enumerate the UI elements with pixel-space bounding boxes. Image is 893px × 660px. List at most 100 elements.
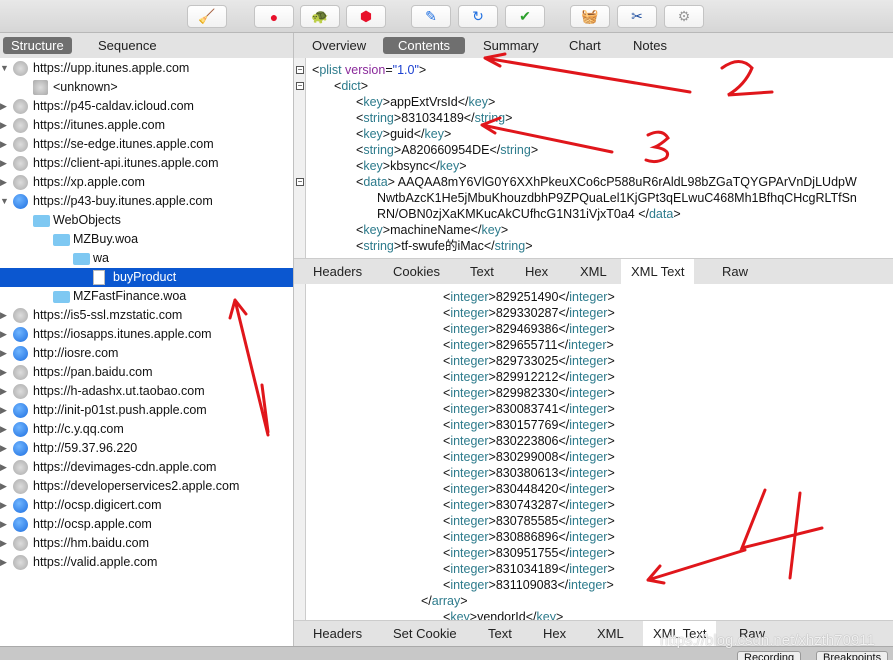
integer-value: 830223806 (495, 434, 559, 448)
tab-structure[interactable]: Structure (3, 37, 72, 54)
xml-attr: version (345, 63, 386, 77)
tree-item[interactable]: ▶ http://iosre.com (0, 344, 293, 363)
tree-item[interactable]: ▶ https://hm.baidu.com (0, 534, 293, 553)
tree-item[interactable]: ▶ http://ocsp.apple.com (0, 515, 293, 534)
tab-headers[interactable]: Headers (303, 259, 372, 285)
tree-item[interactable]: ▶ https://iosapps.itunes.apple.com (0, 325, 293, 344)
disclosure-closed-icon[interactable]: ▶ (0, 154, 10, 173)
disclosure-closed-icon[interactable]: ▶ (0, 496, 10, 515)
tab-hex[interactable]: Hex (533, 621, 576, 647)
xml-line: <integer>830380613</integer> (443, 465, 615, 481)
disclosure-closed-icon[interactable]: ▶ (0, 477, 10, 496)
fold-toggle-icon[interactable]: − (296, 66, 304, 74)
tab-contents[interactable]: Contents (383, 37, 466, 54)
tree-item[interactable]: ▶ http://init-p01st.push.apple.com (0, 401, 293, 420)
disclosure-closed-icon[interactable]: ▶ (0, 97, 10, 116)
tree-item[interactable]: ▶ https://pan.baidu.com (0, 363, 293, 382)
disclosure-closed-icon[interactable]: ▶ (0, 420, 10, 439)
disclosure-closed-icon[interactable]: ▶ (0, 382, 10, 401)
tab-cookies[interactable]: Cookies (383, 259, 450, 285)
disclosure-open-icon[interactable]: ▼ (0, 192, 10, 211)
disclosure-closed-icon[interactable]: ▶ (0, 401, 10, 420)
xml-tag-name: string (474, 111, 506, 125)
tab-hex[interactable]: Hex (515, 259, 558, 285)
tree-item[interactable]: ▶ http://59.37.96.220 (0, 439, 293, 458)
disclosure-closed-icon[interactable]: ▶ (0, 325, 10, 344)
tree-item[interactable]: <unknown> (0, 78, 293, 97)
disclosure-closed-icon[interactable]: ▶ (0, 363, 10, 382)
request-xml-pane[interactable]: <plist version="1.0"> − <dict> − <key>appExt… (294, 58, 893, 258)
disclosure-closed-icon[interactable]: ▶ (0, 553, 10, 572)
file-icon (93, 270, 105, 285)
tab-raw[interactable]: Raw (712, 259, 758, 285)
xml-token: </ (558, 482, 570, 496)
tab-xml-text[interactable]: XML Text (621, 259, 695, 285)
tab-notes[interactable]: Notes (625, 37, 675, 54)
basket-button[interactable]: 🧺 (570, 5, 610, 28)
tab-text[interactable]: Text (460, 259, 504, 285)
tree-item[interactable]: ▼wa (0, 249, 293, 268)
lock-icon (13, 175, 28, 190)
settings-gear-button[interactable]: ⚙ (664, 5, 704, 28)
validate-check-button[interactable]: ✔ (505, 5, 545, 28)
disclosure-closed-icon[interactable]: ▶ (0, 135, 10, 154)
xml-tag-name: dict (341, 79, 361, 93)
tree-item[interactable]: ▶ https://devimages-cdn.apple.com (0, 458, 293, 477)
broom-button[interactable]: 🧹 (187, 5, 227, 28)
tree-item[interactable]: ▶ https://xp.apple.com (0, 173, 293, 192)
tree-item[interactable]: ▼ https://upp.itunes.apple.com (0, 59, 293, 78)
tree-item[interactable]: ▶ https://se-edge.itunes.apple.com (0, 135, 293, 154)
disclosure-closed-icon[interactable]: ▶ (0, 344, 10, 363)
tab-xml[interactable]: XML (587, 621, 634, 647)
tab-overview[interactable]: Overview (304, 37, 374, 54)
tree-item[interactable]: ▶ https://p45-caldav.icloud.com (0, 97, 293, 116)
disclosure-closed-icon[interactable]: ▶ (0, 116, 10, 135)
compose-pen-button[interactable]: ✎ (411, 5, 451, 28)
tree-item[interactable]: ▶ http://ocsp.digicert.com (0, 496, 293, 515)
disclosure-closed-icon[interactable]: ▶ (0, 439, 10, 458)
tree-item[interactable]: ▼WebObjects (0, 211, 293, 230)
tools-button[interactable]: ✂ (617, 5, 657, 28)
tree-item[interactable]: buyProduct (0, 268, 293, 287)
tree-item[interactable]: ▶ https://itunes.apple.com (0, 116, 293, 135)
record-button[interactable]: ● (254, 5, 294, 28)
response-xml-pane[interactable]: <integer>829251490</integer> <integer>829… (294, 284, 893, 620)
tree-item[interactable]: ▶ https://developerservices2.apple.com (0, 477, 293, 496)
tree-item[interactable]: ▶ https://h-adashx.ut.taobao.com (0, 382, 293, 401)
repeat-button[interactable]: ↻ (458, 5, 498, 28)
breakpoint-stop-button[interactable]: ⬢ (346, 5, 386, 28)
xml-token: </ (421, 594, 432, 608)
lock-icon (13, 555, 28, 570)
xml-line: <key>appExtVrsId</key> (356, 94, 495, 110)
disclosure-closed-icon[interactable]: ▶ (0, 515, 10, 534)
tree-item[interactable]: ▶MZFastFinance.woa (0, 287, 293, 306)
disclosure-closed-icon[interactable]: ▶ (0, 306, 10, 325)
tab-headers[interactable]: Headers (303, 621, 372, 647)
tree-item[interactable]: ▶ https://valid.apple.com (0, 553, 293, 572)
xml-text: guid (390, 127, 414, 141)
xml-line: <integer>829655711</integer> (443, 337, 614, 353)
recording-button[interactable]: Recording (737, 651, 802, 660)
tab-chart[interactable]: Chart (561, 37, 609, 54)
disclosure-open-icon[interactable]: ▼ (0, 59, 10, 78)
host-tree[interactable]: ▼ https://upp.itunes.apple.com <unknown> ▶ h… (0, 58, 294, 646)
tab-summary[interactable]: Summary (475, 37, 547, 54)
tab-sequence[interactable]: Sequence (90, 37, 165, 54)
tab-set-cookie[interactable]: Set Cookie (383, 621, 467, 647)
breakpoints-button[interactable]: Breakpoints (816, 651, 889, 660)
disclosure-closed-icon[interactable]: ▶ (0, 173, 10, 192)
tree-item-label: https://pan.baidu.com (33, 365, 153, 379)
fold-toggle-icon[interactable]: − (296, 178, 304, 186)
throttle-turtle-button[interactable]: 🐢 (300, 5, 340, 28)
tab-text[interactable]: Text (478, 621, 522, 647)
tree-item[interactable]: ▶ https://client-api.itunes.apple.com (0, 154, 293, 173)
tab-xml[interactable]: XML (570, 259, 617, 285)
tree-item[interactable]: ▶ https://is5-ssl.mzstatic.com (0, 306, 293, 325)
tree-item[interactable]: ▶ http://c.y.qq.com (0, 420, 293, 439)
tree-item[interactable]: ▼MZBuy.woa (0, 230, 293, 249)
tree-item-label: http://c.y.qq.com (33, 422, 124, 436)
disclosure-closed-icon[interactable]: ▶ (0, 534, 10, 553)
disclosure-closed-icon[interactable]: ▶ (0, 458, 10, 477)
fold-toggle-icon[interactable]: − (296, 82, 304, 90)
tree-item[interactable]: ▼ https://p43-buy.itunes.apple.com (0, 192, 293, 211)
